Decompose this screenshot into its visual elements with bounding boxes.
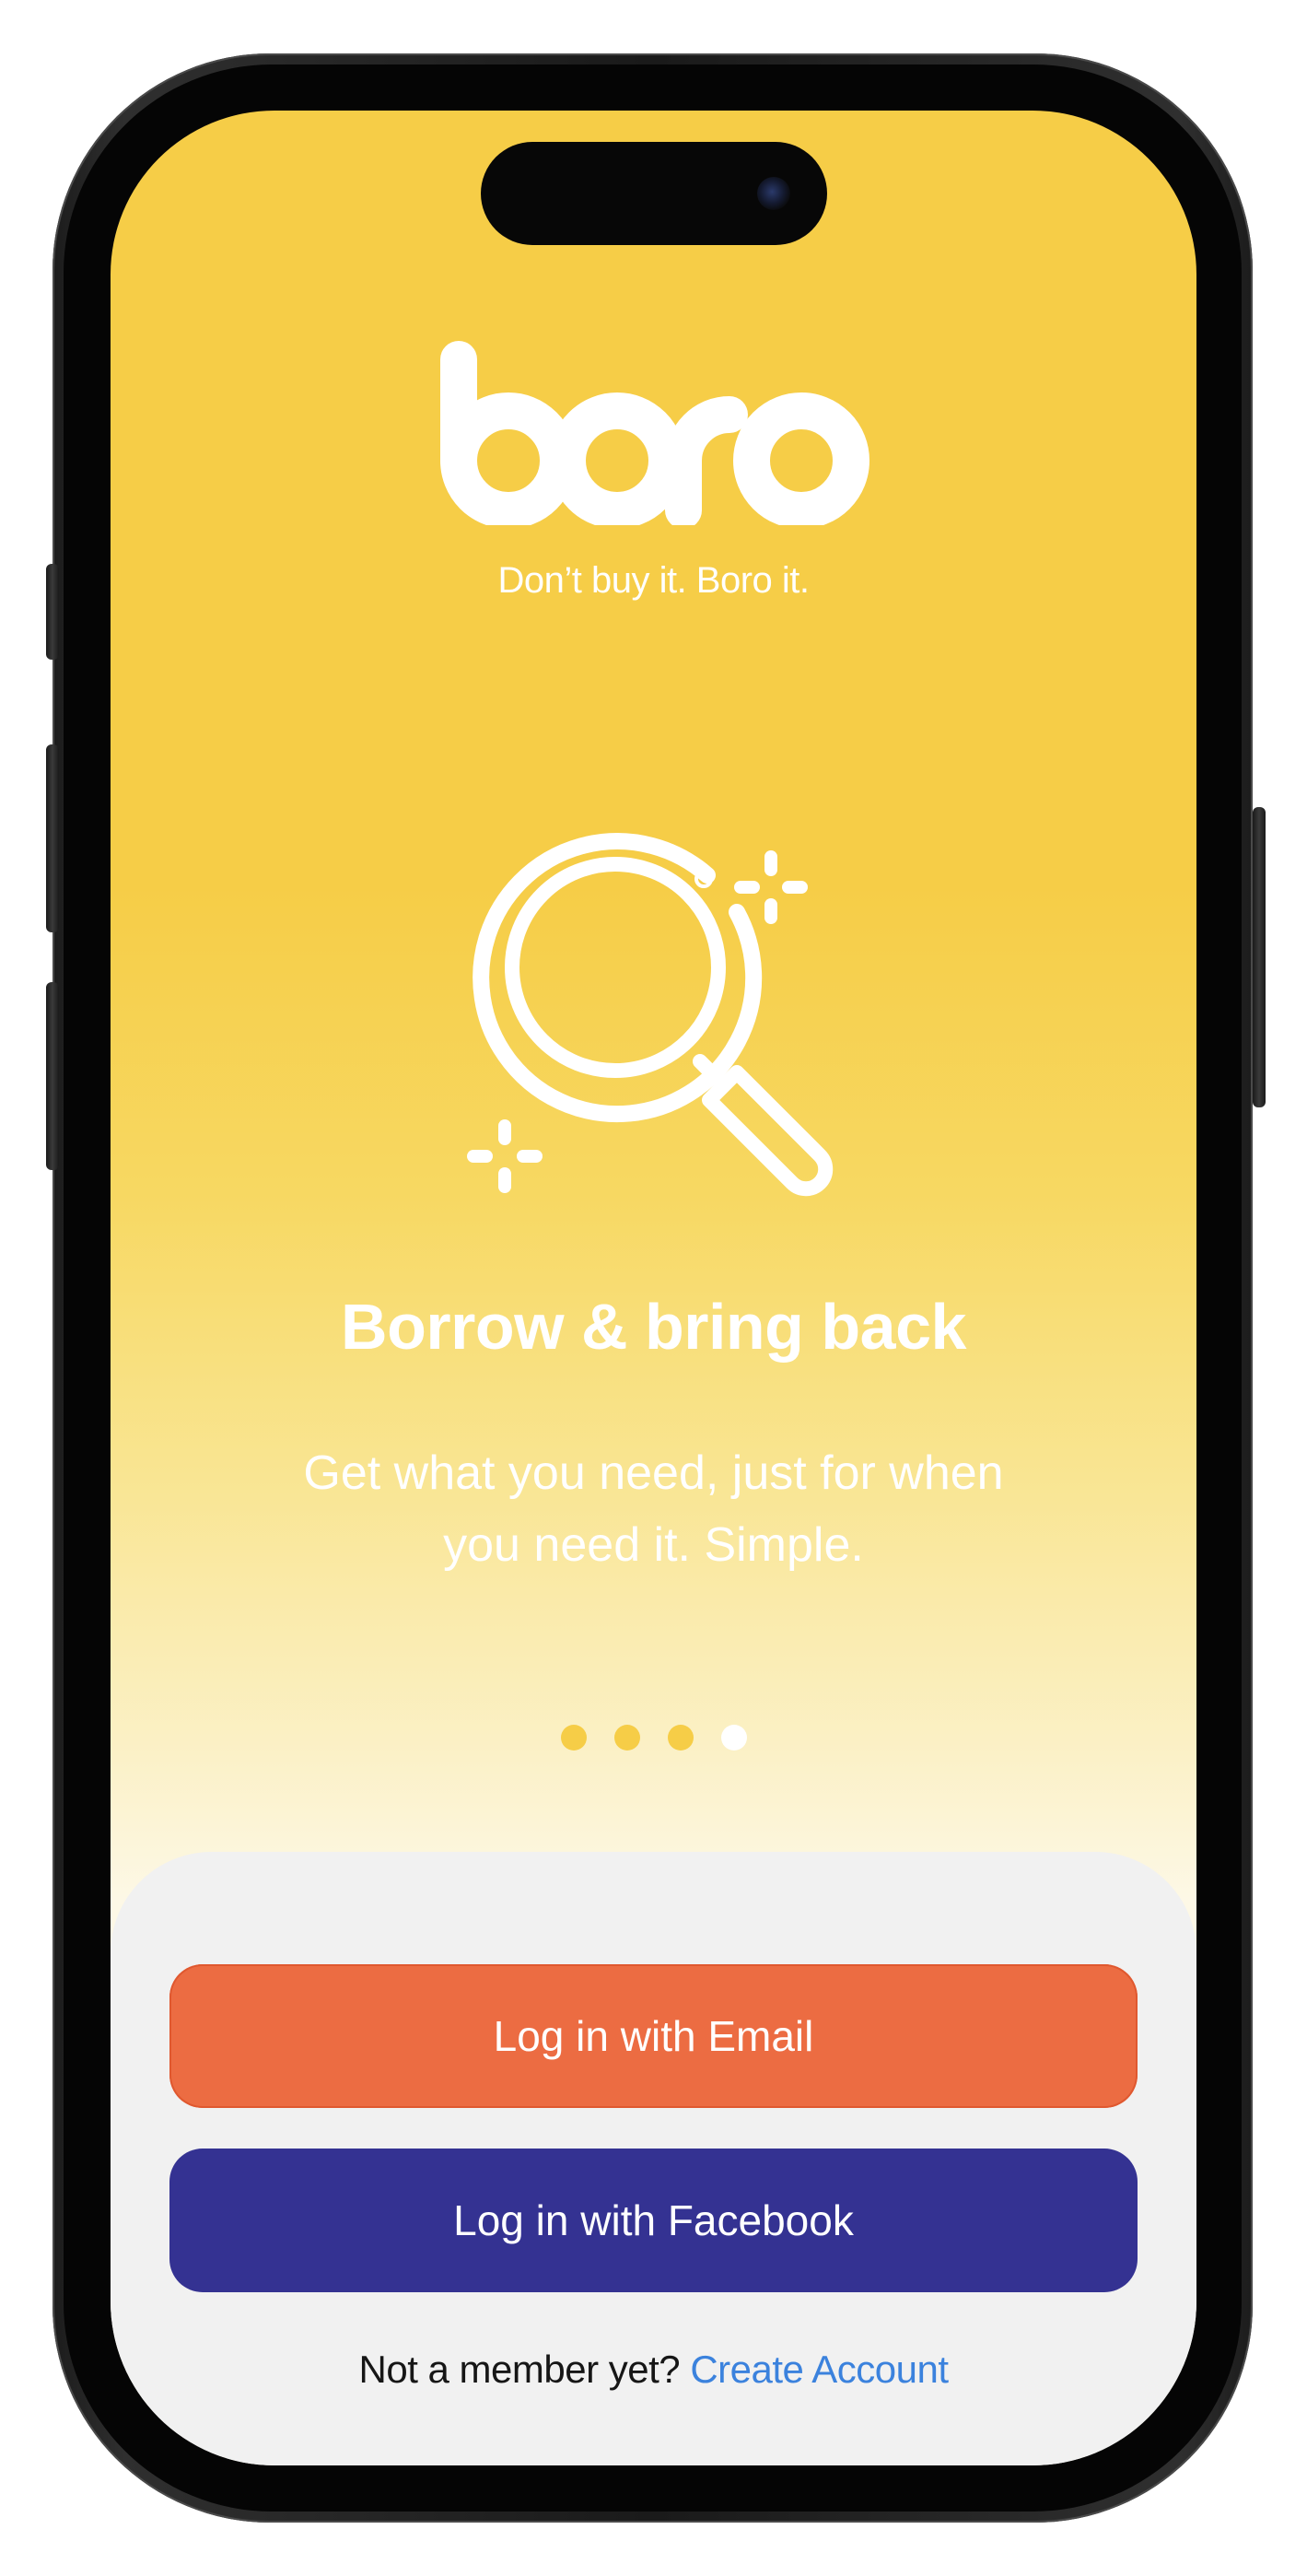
- create-account-link[interactable]: Create Account: [690, 2348, 949, 2391]
- volume-down-button: [46, 982, 59, 1170]
- app-screen: Don’t buy it. Boro it. Borrow & bring ba…: [111, 111, 1196, 2465]
- signup-prompt-text: Not a member yet?: [358, 2348, 681, 2391]
- onboarding-headline: Borrow & bring back: [341, 1291, 966, 1363]
- boro-logo: [111, 341, 1196, 525]
- page-indicator[interactable]: [111, 1725, 1196, 1751]
- app-tagline: Don’t buy it. Boro it.: [497, 560, 810, 601]
- page-dot[interactable]: [560, 1725, 587, 1751]
- page-dot[interactable]: [667, 1725, 694, 1751]
- page-dot[interactable]: [613, 1725, 640, 1751]
- login-facebook-button[interactable]: Log in with Facebook: [169, 2149, 1138, 2292]
- volume-up-button: [46, 744, 59, 932]
- onboarding-description: Get what you need, just for when you nee…: [303, 1446, 1004, 1572]
- camera-lens: [757, 177, 790, 210]
- page-dot-active[interactable]: [720, 1725, 747, 1751]
- login-email-button[interactable]: Log in with Email: [169, 1964, 1138, 2108]
- boro-logo-mark: [439, 341, 869, 525]
- action-button: [46, 564, 59, 660]
- magnifying-glass-sparkles-icon: [461, 809, 847, 1214]
- dynamic-island: [481, 142, 827, 245]
- signup-prompt: Not a member yet? Create Account: [111, 2348, 1196, 2392]
- power-button: [1253, 807, 1266, 1107]
